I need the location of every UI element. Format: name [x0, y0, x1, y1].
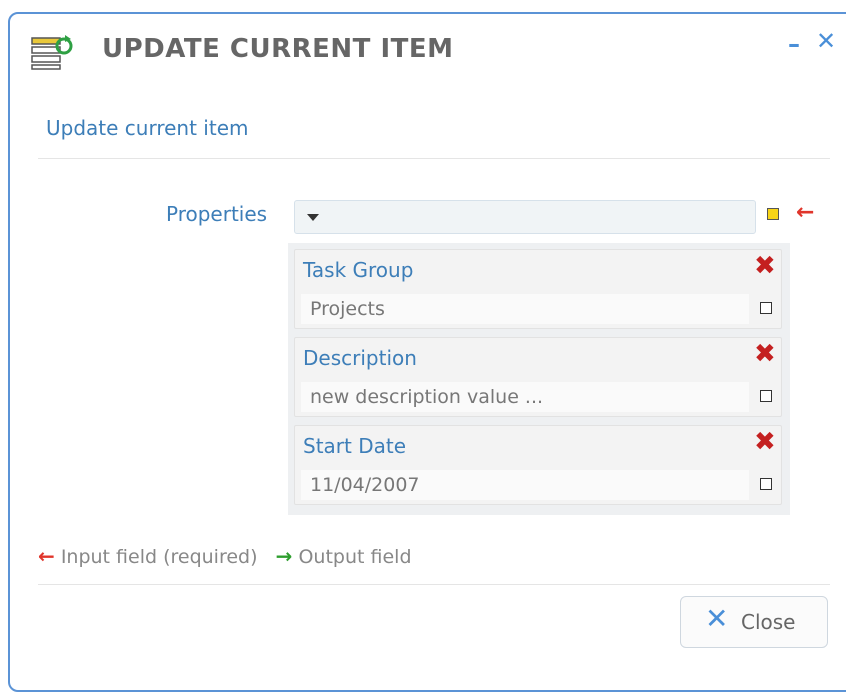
task-group-input[interactable] — [301, 294, 749, 324]
property-checkbox[interactable] — [760, 478, 772, 490]
output-legend-label: Output field — [298, 546, 412, 568]
property-task-group: Task Group ✖ — [294, 249, 782, 329]
required-indicator-icon — [767, 208, 779, 220]
description-input[interactable] — [301, 382, 749, 412]
start-date-input[interactable] — [301, 470, 749, 500]
properties-panel: Task Group ✖ Description ✖ Start Date ✖ — [288, 243, 790, 515]
property-start-date: Start Date ✖ — [294, 425, 782, 505]
close-x-icon: ✕ — [705, 602, 729, 635]
properties-select[interactable] — [294, 200, 756, 234]
input-legend-label: Input field (required) — [60, 546, 258, 568]
property-checkbox[interactable] — [760, 390, 772, 402]
dialog-title: UPDATE CURRENT ITEM — [102, 34, 454, 64]
close-button-label: Close — [741, 610, 796, 634]
list-refresh-icon — [31, 34, 75, 70]
divider-bottom — [38, 584, 830, 585]
divider-top — [38, 158, 830, 159]
property-label: Description — [303, 346, 417, 370]
properties-label: Properties — [166, 202, 268, 226]
remove-icon[interactable]: ✖ — [754, 341, 776, 367]
property-label: Start Date — [303, 434, 407, 458]
input-arrow-icon: ← — [38, 544, 55, 568]
dialog-subtitle: Update current item — [46, 116, 249, 140]
chevron-down-icon — [307, 214, 319, 221]
output-arrow-icon: → — [275, 544, 293, 568]
minimize-icon[interactable]: – — [788, 30, 800, 58]
required-arrow-icon: ← — [796, 200, 815, 225]
remove-icon[interactable]: ✖ — [754, 253, 776, 279]
field-legend: ← Input field (required) → Output field — [38, 544, 412, 568]
property-checkbox[interactable] — [760, 302, 772, 314]
remove-icon[interactable]: ✖ — [754, 429, 776, 455]
property-label: Task Group — [303, 258, 414, 282]
close-button[interactable]: ✕ Close — [680, 596, 828, 648]
property-description: Description ✖ — [294, 337, 782, 417]
close-icon[interactable]: ✕ — [816, 27, 836, 55]
